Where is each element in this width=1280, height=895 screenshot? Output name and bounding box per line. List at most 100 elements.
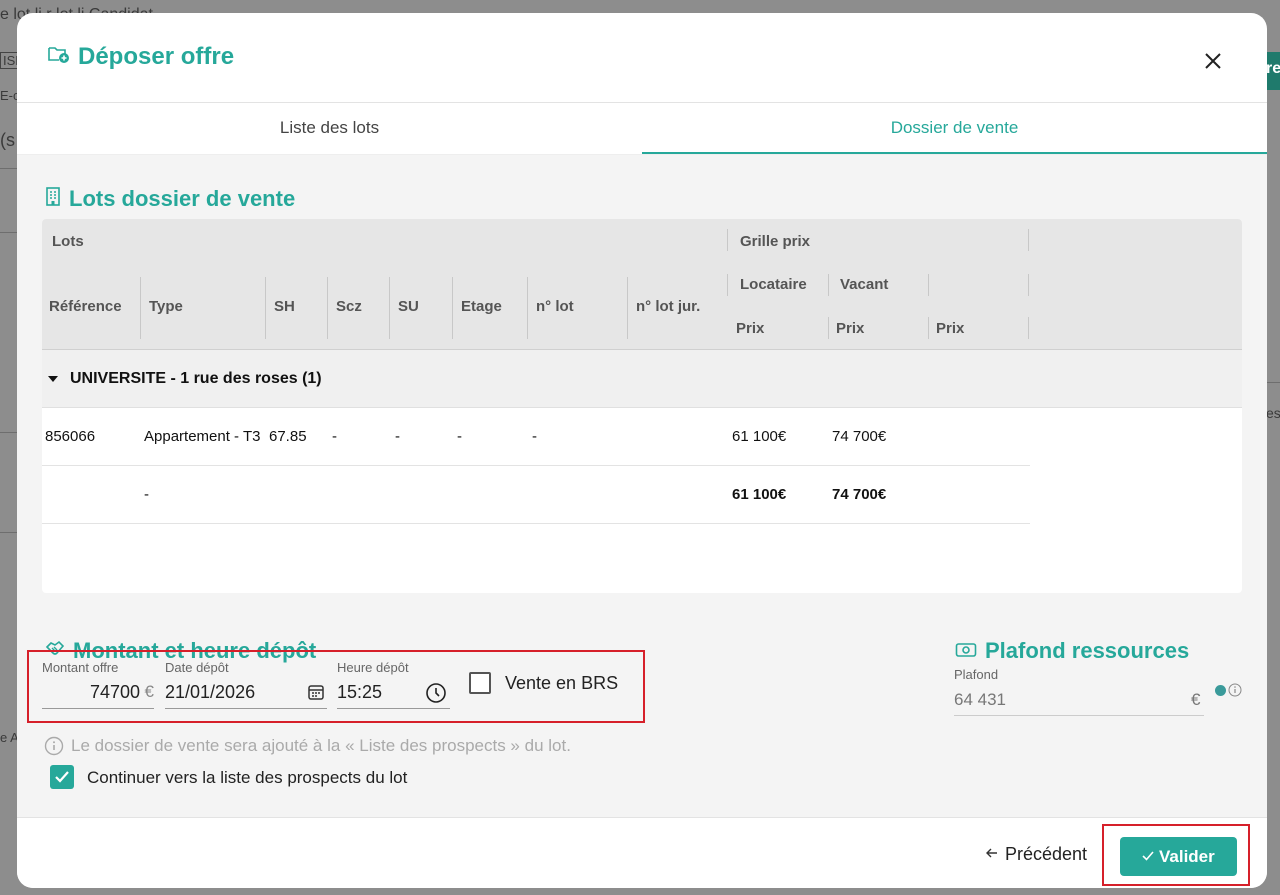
subheader-locataire: Locataire xyxy=(740,276,807,293)
precedent-button[interactable]: Précédent xyxy=(985,844,1087,865)
column-prix[interactable]: Prix xyxy=(836,320,864,337)
background-divider xyxy=(0,232,17,233)
background-divider xyxy=(0,432,17,433)
valider-button[interactable]: Valider xyxy=(1120,837,1237,876)
modal-content: Lots dossier de vente Lots Grille prix R… xyxy=(17,155,1267,817)
modal-header: Déposer offre xyxy=(17,13,1267,103)
lots-table: Lots Grille prix Référence Type SH Scz S… xyxy=(42,219,1242,593)
status-dot-icon xyxy=(1215,685,1226,696)
folder-add-icon xyxy=(48,43,70,71)
vente-brs-label: Vente en BRS xyxy=(505,673,619,693)
header-separator xyxy=(327,277,328,339)
header-separator xyxy=(527,277,528,339)
modal-title-text: Déposer offre xyxy=(78,43,235,70)
plafond-underline xyxy=(954,715,1204,716)
building-icon xyxy=(45,186,61,212)
close-button[interactable] xyxy=(1201,49,1225,73)
deposer-offre-modal: Déposer offre Liste des lots Dossier de … xyxy=(17,13,1267,888)
checkmark-icon xyxy=(55,771,69,783)
heure-depot-label: Heure dépôt xyxy=(337,660,409,675)
background-text: e A xyxy=(0,730,19,745)
cell-scz: - xyxy=(332,428,337,445)
header-separator xyxy=(1028,274,1029,296)
heure-underline xyxy=(337,708,450,709)
header-separator xyxy=(828,317,829,339)
table-header: Lots Grille prix Référence Type SH Scz S… xyxy=(42,219,1242,350)
montant-offre-value: 74700 xyxy=(89,682,140,702)
tab-bar: Liste des lots Dossier de vente xyxy=(17,103,1267,155)
modal-title: Déposer offre xyxy=(48,43,234,71)
lots-section-title: Lots dossier de vente xyxy=(45,186,295,212)
check-icon xyxy=(1142,847,1159,866)
header-separator xyxy=(389,277,390,339)
vente-brs-checkbox[interactable] xyxy=(469,672,491,694)
arrow-left-icon xyxy=(985,844,999,865)
group-label: UNIVERSITE - 1 rue des roses (1) xyxy=(70,370,322,387)
modal-footer: Précédent Valider xyxy=(17,817,1267,888)
precedent-label: Précédent xyxy=(1005,844,1088,864)
column-prix[interactable]: Prix xyxy=(936,320,964,337)
header-separator xyxy=(452,277,453,339)
cell-total-type: - xyxy=(144,486,149,503)
table-row[interactable]: 856066 Appartement - T3 67.85 - - - - 61… xyxy=(42,408,1030,466)
cell-prix-locataire: 61 100€ xyxy=(732,428,787,445)
tab-liste-des-lots[interactable]: Liste des lots xyxy=(17,103,642,154)
group-row[interactable]: UNIVERSITE - 1 rue des roses (1) xyxy=(42,350,1242,408)
info-icon[interactable] xyxy=(1228,683,1242,702)
header-separator xyxy=(627,277,628,339)
column-reference[interactable]: Référence xyxy=(49,298,122,315)
background-text: (s xyxy=(0,130,15,150)
header-separator xyxy=(1028,229,1029,251)
cell-etage: - xyxy=(457,428,462,445)
cell-total-vacant: 74 700€ xyxy=(832,486,887,503)
table-total-row: - 61 100€ 74 700€ xyxy=(42,466,1030,524)
header-separator xyxy=(140,277,141,339)
date-underline xyxy=(165,708,327,709)
background-divider xyxy=(0,168,17,169)
header-separator xyxy=(928,317,929,339)
header-group-lots: Lots xyxy=(52,233,84,250)
column-prix[interactable]: Prix xyxy=(736,320,764,337)
column-n-lot-jur[interactable]: n° lot jur. xyxy=(636,298,700,315)
date-depot-input[interactable]: 21/01/2026 xyxy=(165,682,255,703)
header-separator xyxy=(828,274,829,296)
column-sh[interactable]: SH xyxy=(274,298,295,315)
info-text: Le dossier de vente sera ajouté à la « L… xyxy=(71,736,571,755)
valider-label: Valider xyxy=(1158,847,1215,866)
plafond-section-title: Plafond ressources xyxy=(955,638,1189,664)
cell-type: Appartement - T3 xyxy=(144,428,261,445)
header-separator xyxy=(265,277,266,339)
cell-prix-vacant: 74 700€ xyxy=(832,428,887,445)
column-n-lot[interactable]: n° lot xyxy=(536,298,574,315)
date-depot-label: Date dépôt xyxy=(165,660,229,675)
tab-dossier-de-vente[interactable]: Dossier de vente xyxy=(642,103,1267,154)
header-separator xyxy=(727,274,728,296)
montant-offre-label: Montant offre xyxy=(42,660,119,675)
plafond-section-title-text: Plafond ressources xyxy=(985,638,1190,663)
heure-depot-input[interactable]: 15:25 xyxy=(337,682,382,703)
column-su[interactable]: SU xyxy=(398,298,419,315)
continue-label: Continuer vers la liste des prospects du… xyxy=(87,768,408,787)
background-divider xyxy=(1267,382,1280,383)
column-type[interactable]: Type xyxy=(149,298,183,315)
clock-icon[interactable] xyxy=(425,682,447,709)
header-separator xyxy=(727,229,728,251)
plafond-currency: € xyxy=(1191,690,1201,709)
lots-section-title-text: Lots dossier de vente xyxy=(69,186,296,211)
montant-offre-input[interactable]: 74700 € xyxy=(42,678,154,708)
montant-currency: € xyxy=(144,682,154,701)
plafond-label: Plafond xyxy=(954,667,999,682)
background-button: re xyxy=(1266,52,1280,90)
calendar-icon[interactable] xyxy=(307,683,325,706)
cell-su: - xyxy=(395,428,400,445)
caret-down-icon[interactable] xyxy=(48,376,58,382)
background-text: es xyxy=(1266,405,1280,421)
header-separator xyxy=(928,274,929,296)
info-icon xyxy=(44,736,64,761)
continue-checkbox[interactable] xyxy=(50,765,74,789)
cell-n-lot: - xyxy=(532,428,537,445)
column-scz[interactable]: Scz xyxy=(336,298,362,315)
column-etage[interactable]: Etage xyxy=(461,298,502,315)
close-icon xyxy=(1205,53,1221,69)
subheader-vacant: Vacant xyxy=(840,276,889,293)
